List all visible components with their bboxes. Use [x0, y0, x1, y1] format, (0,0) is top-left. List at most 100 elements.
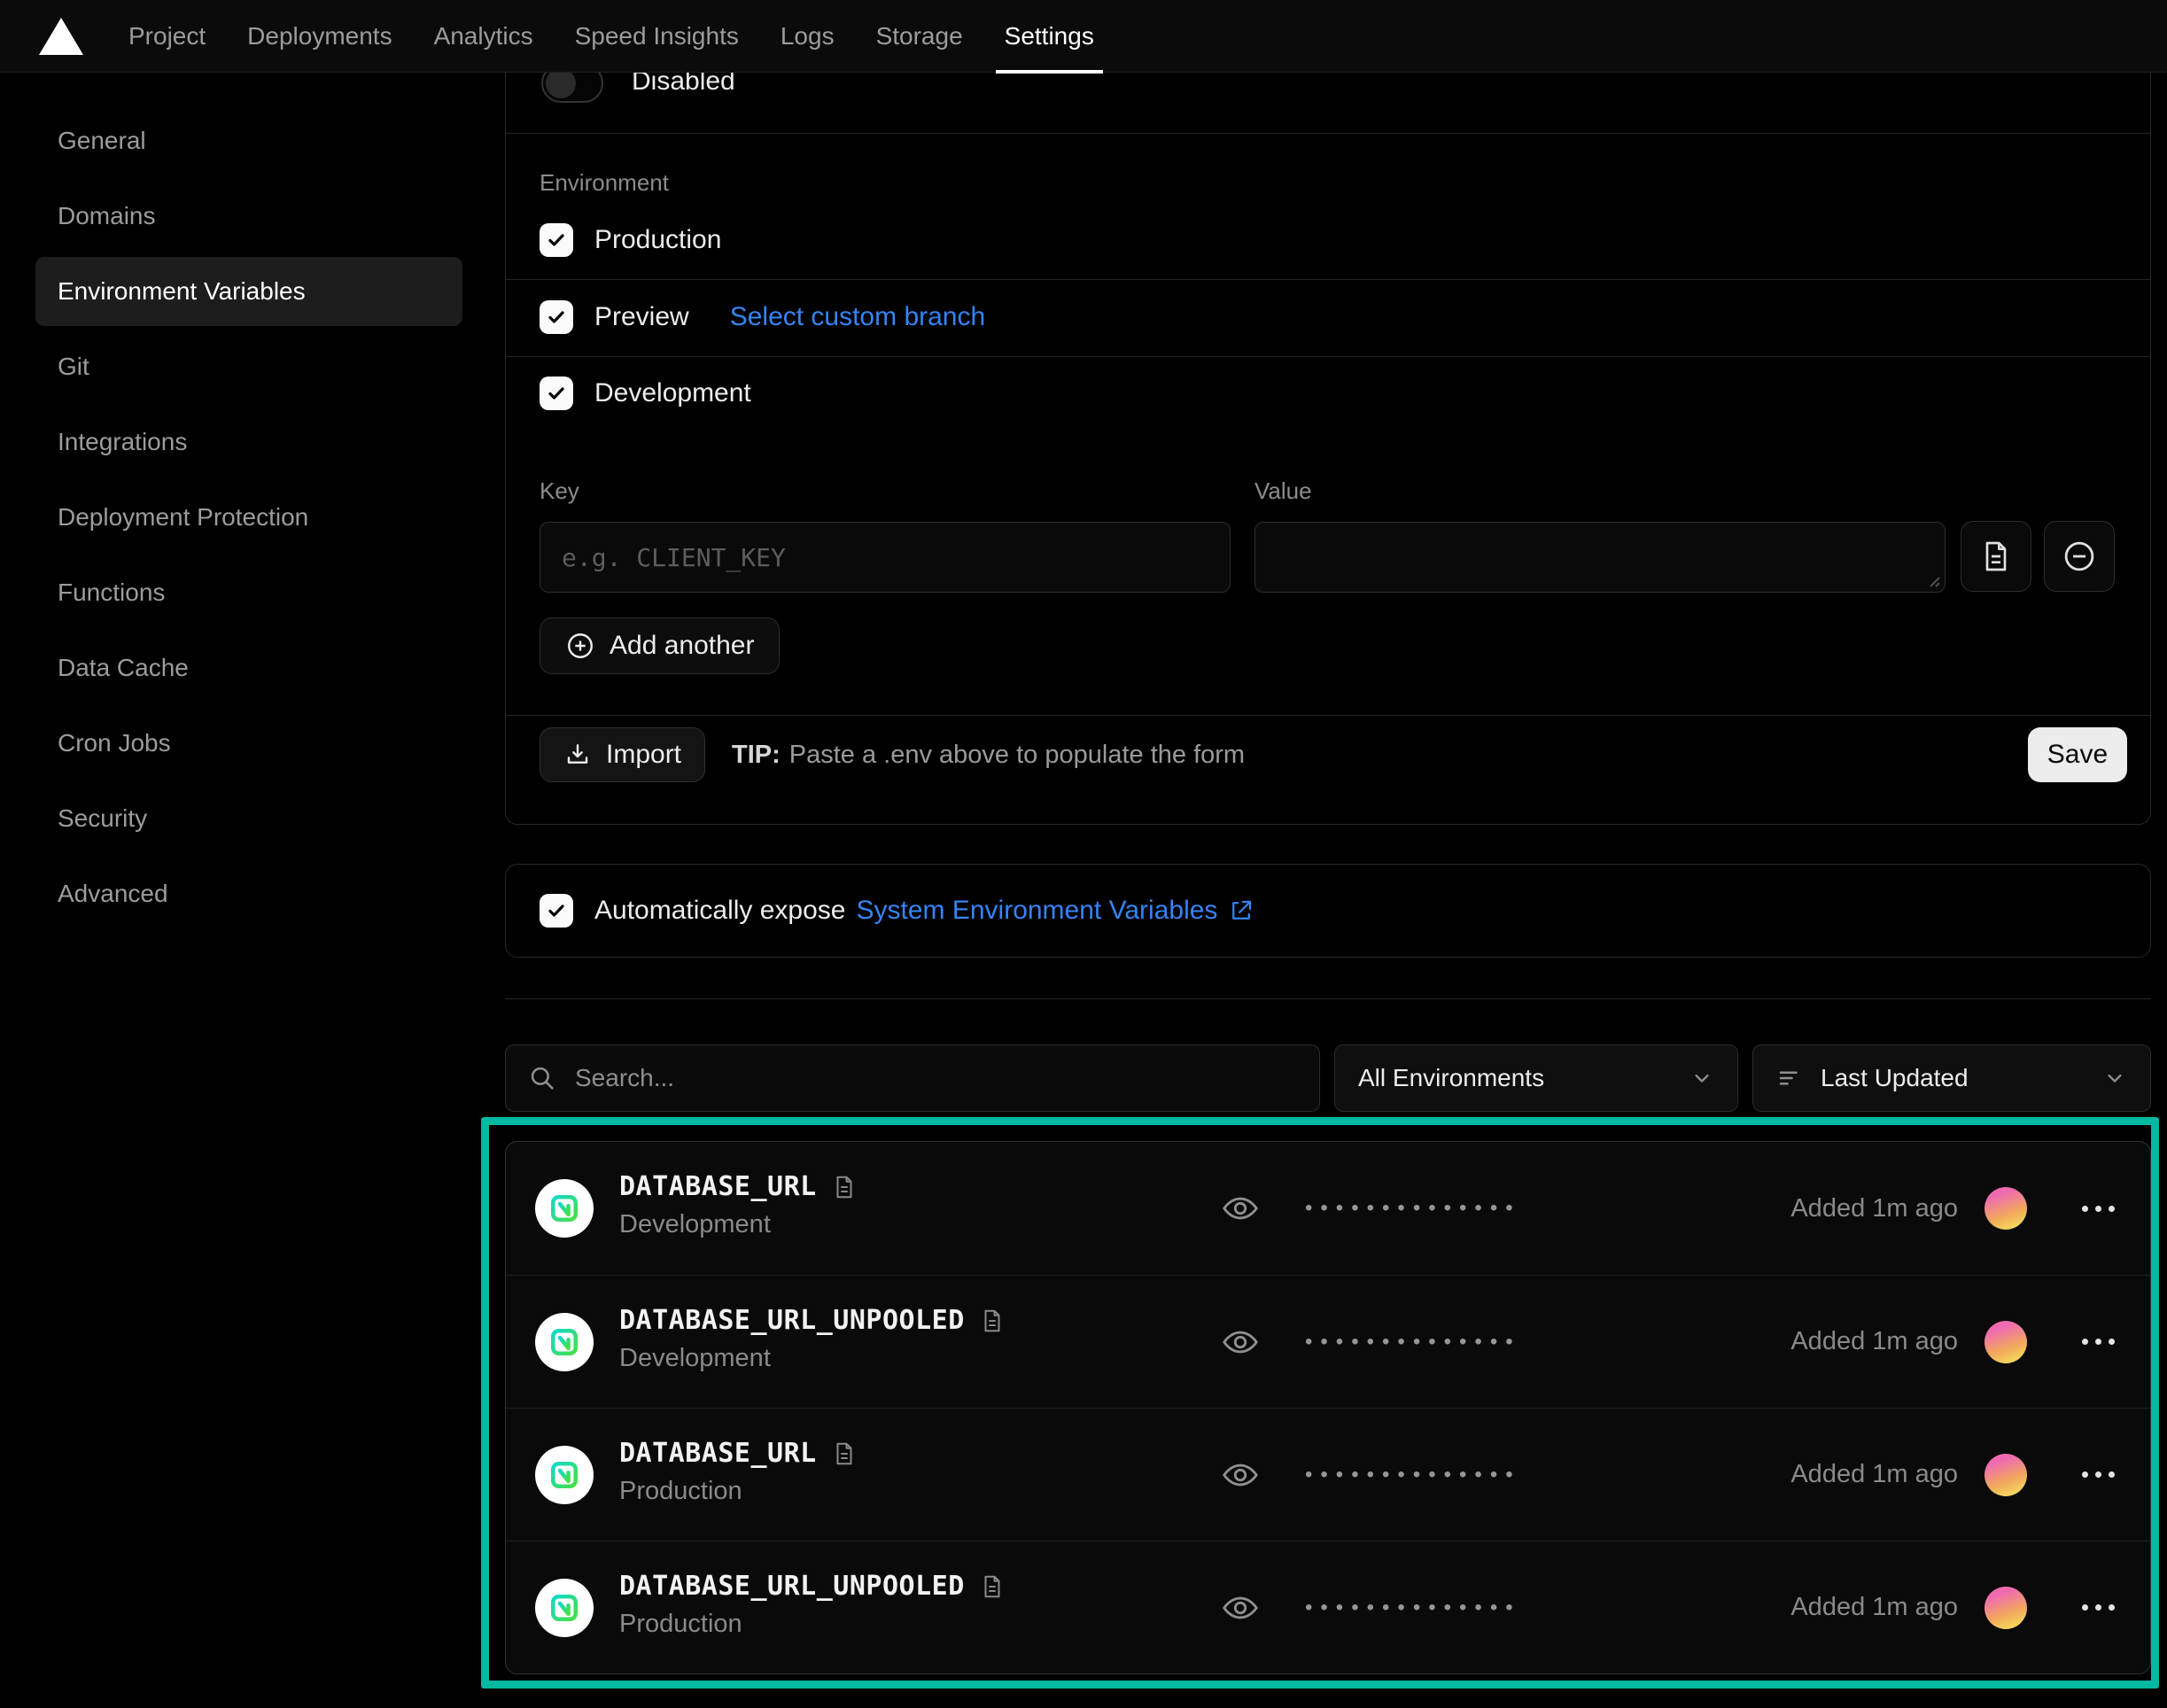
variable-environment: Production: [619, 1477, 858, 1506]
avatar: [1984, 1454, 2027, 1496]
row-menu-button[interactable]: [2078, 1595, 2118, 1619]
sidebar-item-security[interactable]: Security: [35, 784, 462, 853]
variable-meta: Added 1m ago: [1790, 1276, 2118, 1408]
avatar: [1984, 1587, 2027, 1629]
table-row: DATABASE_URL_UNPOOLED Production •••••••…: [506, 1541, 2150, 1673]
checkmark-icon: [546, 229, 567, 251]
import-label: Import: [606, 740, 681, 770]
note-icon[interactable]: [831, 1174, 858, 1200]
chevron-down-icon: [1689, 1066, 1714, 1091]
variable-name: DATABASE_URL: [619, 1438, 817, 1469]
nav-item-logs[interactable]: Logs: [781, 0, 835, 73]
variable-info: DATABASE_URL Development: [619, 1171, 858, 1239]
download-icon: [563, 741, 592, 769]
divider: [506, 715, 2150, 716]
checkmark-icon: [546, 383, 567, 404]
divider: [505, 998, 2151, 999]
production-checkbox[interactable]: [540, 223, 573, 257]
nav-item-analytics[interactable]: Analytics: [434, 0, 533, 73]
value-field-label: Value: [1254, 477, 1312, 505]
search-icon: [527, 1063, 557, 1093]
development-checkbox[interactable]: [540, 377, 573, 410]
system-env-variables-link[interactable]: System Environment Variables: [856, 896, 1217, 926]
neon-logo-icon: [547, 1457, 582, 1493]
sidebar-item-general[interactable]: General: [35, 106, 462, 175]
nav-item-storage[interactable]: Storage: [876, 0, 963, 73]
sidebar-item-functions[interactable]: Functions: [35, 558, 462, 627]
sidebar-item-environment-variables[interactable]: Environment Variables: [35, 257, 462, 326]
paste-env-file-button[interactable]: [1961, 521, 2031, 592]
variable-info: DATABASE_URL_UNPOOLED Development: [619, 1305, 1006, 1373]
note-icon[interactable]: [831, 1440, 858, 1467]
eye-icon[interactable]: [1220, 1588, 1261, 1628]
nav-item-project[interactable]: Project: [128, 0, 206, 73]
search-input[interactable]: [575, 1064, 1298, 1092]
variable-meta: Added 1m ago: [1790, 1409, 2118, 1541]
system-env-expose-card: Automatically expose System Environment …: [505, 864, 2151, 958]
key-input[interactable]: [540, 522, 1231, 593]
sidebar-item-cron-jobs[interactable]: Cron Jobs: [35, 709, 462, 778]
sidebar-item-git[interactable]: Git: [35, 332, 462, 401]
save-button[interactable]: Save: [2028, 727, 2127, 782]
added-timestamp: Added 1m ago: [1790, 1327, 1958, 1356]
avatar: [1984, 1187, 2027, 1230]
row-menu-button[interactable]: [2078, 1463, 2118, 1487]
nav-item-deployments[interactable]: Deployments: [247, 0, 392, 73]
note-icon[interactable]: [979, 1308, 1006, 1334]
expose-label: Automatically expose: [594, 896, 845, 926]
variable-meta: Added 1m ago: [1790, 1142, 2118, 1275]
note-icon[interactable]: [979, 1573, 1006, 1600]
preview-checkbox[interactable]: [540, 300, 573, 334]
resize-grip-icon[interactable]: [1925, 572, 1941, 588]
masked-value: ••••••••••••••: [1305, 1595, 1521, 1620]
variable-environment: Development: [619, 1344, 1006, 1373]
neon-logo-icon: [547, 1191, 582, 1226]
sidebar-item-advanced[interactable]: Advanced: [35, 859, 462, 928]
sort-select-value: Last Updated: [1821, 1064, 1969, 1092]
remove-row-button[interactable]: [2044, 521, 2115, 592]
eye-icon[interactable]: [1220, 1322, 1261, 1363]
external-link-icon[interactable]: [1228, 897, 1254, 924]
import-button[interactable]: Import: [540, 727, 705, 782]
sort-lines-icon: [1776, 1065, 1803, 1091]
value-input[interactable]: [1254, 522, 1946, 593]
neon-logo-icon: [547, 1590, 582, 1626]
variable-environment: Development: [619, 1210, 858, 1239]
variable-info: DATABASE_URL Production: [619, 1438, 858, 1506]
environment-row-preview: Preview Select custom branch: [540, 300, 985, 334]
eye-icon[interactable]: [1220, 1188, 1261, 1229]
eye-icon[interactable]: [1220, 1455, 1261, 1495]
nav-item-settings[interactable]: Settings: [1005, 0, 1094, 73]
variable-value-group: ••••••••••••••: [1220, 1409, 1521, 1541]
masked-value: ••••••••••••••: [1305, 1330, 1521, 1355]
environment-row-development: Development: [540, 377, 751, 410]
sidebar-item-deployment-protection[interactable]: Deployment Protection: [35, 483, 462, 552]
table-row: DATABASE_URL Development •••••••••••••• …: [506, 1142, 2150, 1275]
nav-item-speed-insights[interactable]: Speed Insights: [575, 0, 739, 73]
neon-integration-icon: [535, 1179, 594, 1238]
chevron-down-icon: [2102, 1066, 2127, 1091]
sort-select[interactable]: Last Updated: [1752, 1044, 2151, 1112]
variable-name: DATABASE_URL: [619, 1171, 817, 1202]
row-menu-button[interactable]: [2078, 1197, 2118, 1221]
production-checkbox-label: Production: [594, 225, 721, 255]
variable-meta: Added 1m ago: [1790, 1541, 2118, 1673]
variable-environment: Production: [619, 1610, 1006, 1639]
sidebar-item-domains[interactable]: Domains: [35, 182, 462, 251]
divider: [506, 279, 2150, 280]
vercel-logo-icon[interactable]: [39, 18, 83, 55]
variable-value-group: ••••••••••••••: [1220, 1541, 1521, 1673]
table-row: DATABASE_URL_UNPOOLED Development ••••••…: [506, 1275, 2150, 1408]
row-menu-button[interactable]: [2078, 1330, 2118, 1354]
sidebar-item-integrations[interactable]: Integrations: [35, 408, 462, 477]
tip-text: TIP: Paste a .env above to populate the …: [732, 727, 1245, 782]
environment-filter-select[interactable]: All Environments: [1334, 1044, 1738, 1112]
select-custom-branch-link[interactable]: Select custom branch: [730, 302, 985, 332]
add-another-button[interactable]: Add another: [540, 617, 780, 674]
avatar: [1984, 1321, 2027, 1363]
added-timestamp: Added 1m ago: [1790, 1460, 1958, 1489]
expose-checkbox[interactable]: [540, 894, 573, 928]
environment-row-production: Production: [540, 223, 721, 257]
sidebar-item-data-cache[interactable]: Data Cache: [35, 633, 462, 703]
added-timestamp: Added 1m ago: [1790, 1194, 1958, 1223]
